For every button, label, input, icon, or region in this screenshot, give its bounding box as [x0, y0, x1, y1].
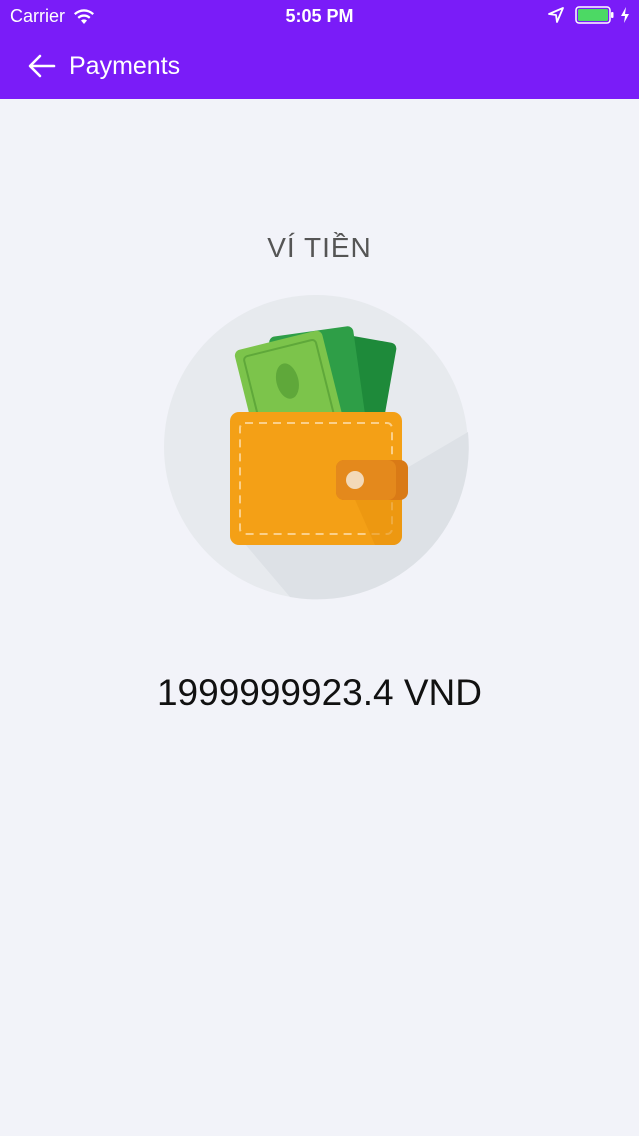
battery-icon: [575, 6, 614, 24]
back-button[interactable]: [24, 51, 60, 81]
wallet-balance: 1999999923.4 VND: [156, 672, 483, 713]
page-title: Payments: [69, 52, 181, 80]
wallet-title: VÍ TIỀN: [267, 232, 372, 263]
arrow-left-icon: [28, 54, 56, 78]
status-right: [547, 6, 631, 24]
wallet-with-cash-icon: [160, 292, 472, 602]
location-icon: [548, 7, 564, 23]
app-header: Carrier 5:05 PM Payments: [0, 0, 639, 99]
status-time: 5:05 PM: [285, 6, 354, 26]
nav-bar: Payments: [0, 34, 639, 99]
status-bar: Carrier 5:05 PM: [0, 0, 639, 34]
charging-icon: [621, 7, 629, 23]
